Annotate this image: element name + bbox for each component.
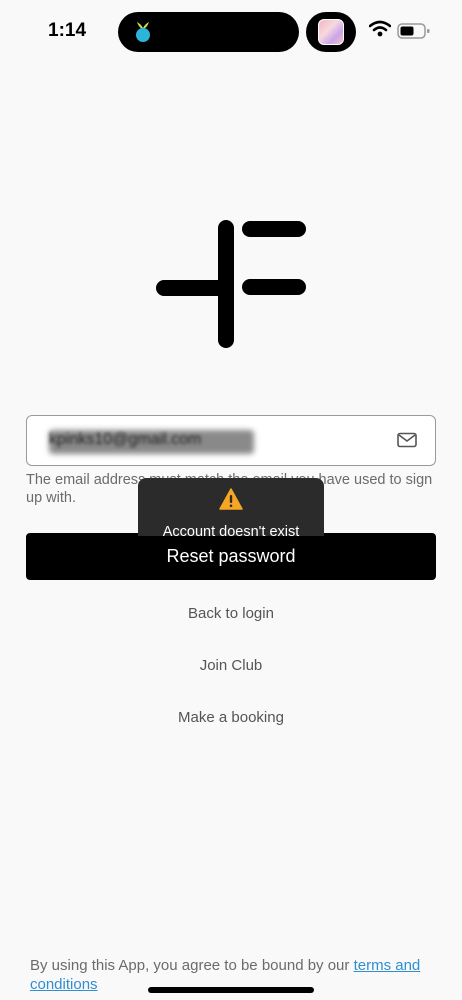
battery-icon: [397, 23, 430, 39]
terms-notice-text: By using this App, you agree to be bound…: [30, 957, 354, 974]
mail-icon: [397, 432, 417, 448]
warning-icon: [219, 488, 243, 510]
error-toast: Account doesn't exist: [138, 478, 324, 540]
dynamic-island[interactable]: [118, 12, 299, 52]
make-booking-link[interactable]: Make a booking: [0, 709, 462, 726]
live-activity-pill[interactable]: [306, 12, 356, 52]
reset-password-button[interactable]: Reset password: [26, 533, 436, 580]
wifi-icon: [369, 20, 391, 37]
back-to-login-link[interactable]: Back to login: [0, 605, 462, 622]
home-indicator[interactable]: [148, 987, 314, 993]
email-field[interactable]: kpinks10@gmail.com: [26, 415, 436, 466]
status-time: 1:14: [48, 20, 87, 41]
status-bar: 1:14: [0, 0, 462, 62]
app-logo: [156, 220, 306, 348]
app-activity-icon: [136, 22, 150, 42]
media-thumbnail: [318, 19, 344, 45]
toast-message: Account doesn't exist: [162, 524, 300, 540]
email-value: kpinks10@gmail.com: [49, 431, 202, 448]
join-club-link[interactable]: Join Club: [0, 657, 462, 674]
